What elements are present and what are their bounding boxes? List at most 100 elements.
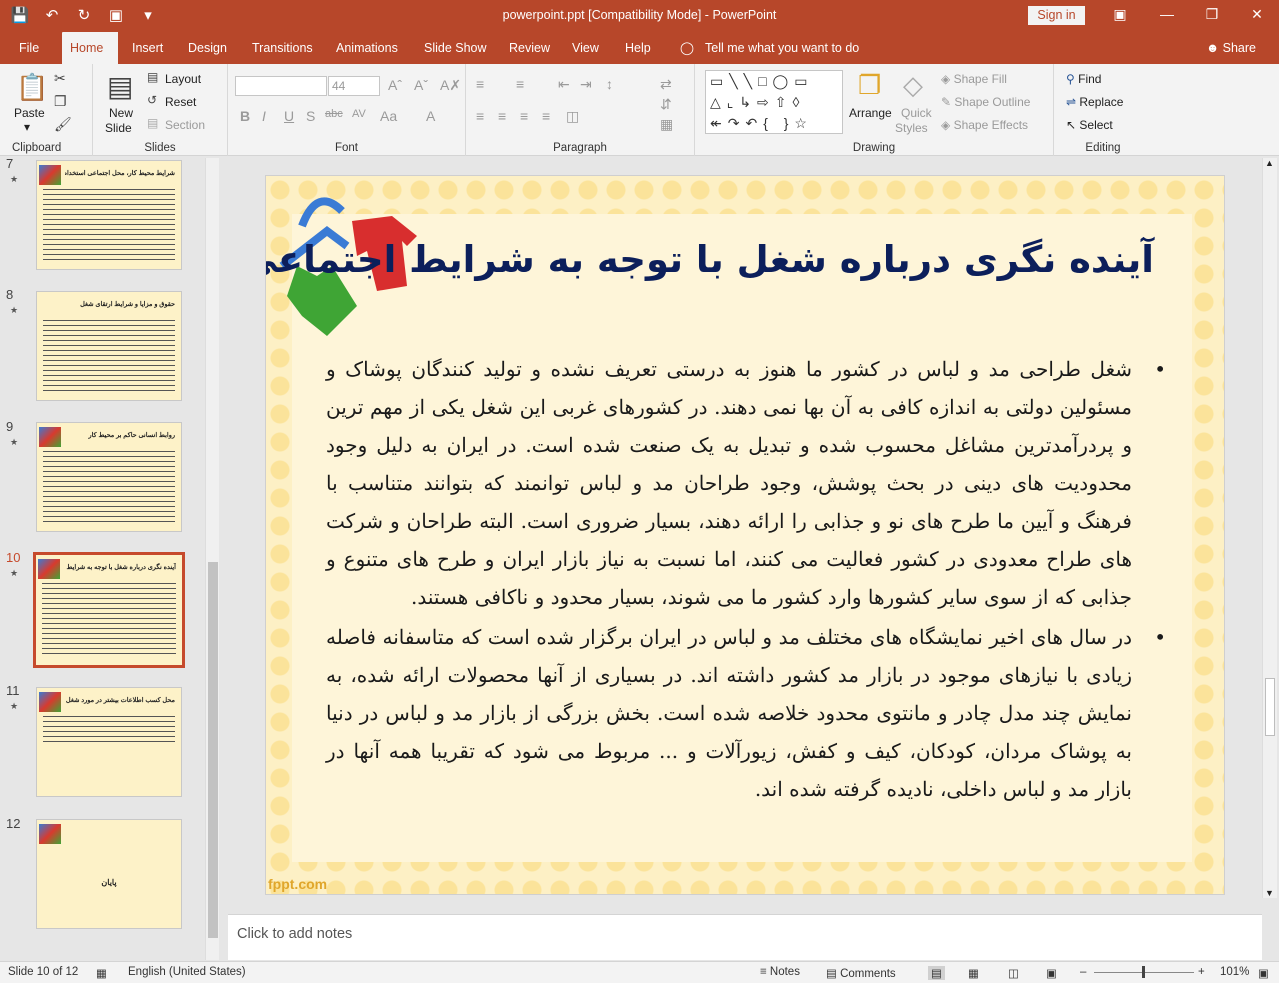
- line-spacing-icon[interactable]: ↕: [606, 76, 613, 92]
- align-text-icon[interactable]: ⇵: [660, 96, 672, 113]
- align-right-icon[interactable]: ≡: [520, 108, 528, 124]
- slide-scroll-thumb[interactable]: [1265, 678, 1275, 736]
- tab-animations[interactable]: Animations: [328, 32, 406, 64]
- font-color-icon[interactable]: A: [426, 108, 435, 124]
- notes-toggle[interactable]: ≡ Notes: [760, 966, 800, 978]
- zoom-slider-thumb[interactable]: [1142, 966, 1145, 978]
- new-slide-button[interactable]: New: [109, 106, 133, 120]
- current-slide[interactable]: آینده نگری درباره شغل با توجه به شرایط ا…: [265, 175, 1225, 895]
- share-button[interactable]: ☻ Share: [1198, 32, 1264, 64]
- normal-view-icon[interactable]: ▤: [928, 966, 945, 980]
- fit-slide-icon[interactable]: ▣: [1258, 966, 1269, 980]
- slide-scrollbar[interactable]: ▲ ▼: [1262, 158, 1277, 898]
- tell-me-search[interactable]: Tell me what you want to do: [697, 32, 867, 64]
- increase-indent-icon[interactable]: ⇥: [580, 76, 592, 93]
- slide-sorter-icon[interactable]: ▦: [968, 966, 979, 980]
- thumbnails-scrollbar[interactable]: [205, 158, 219, 960]
- align-left-icon[interactable]: ≡: [476, 108, 484, 124]
- cut-icon[interactable]: ✂: [54, 70, 66, 87]
- section-button[interactable]: Section: [165, 118, 205, 132]
- close-button[interactable]: ✕: [1247, 6, 1267, 23]
- shadow-icon[interactable]: S: [306, 108, 315, 124]
- decrease-indent-icon[interactable]: ⇤: [558, 76, 570, 93]
- arrange-icon[interactable]: ❐: [858, 70, 881, 101]
- new-slide-button-line2[interactable]: Slide: [105, 121, 132, 135]
- grow-font-icon[interactable]: Aˆ: [388, 77, 402, 93]
- replace-button[interactable]: ⇌ Replace: [1066, 95, 1123, 109]
- copy-icon[interactable]: ❐: [54, 93, 67, 110]
- underline-icon[interactable]: U: [284, 108, 294, 124]
- slideshow-view-icon[interactable]: ▣: [1046, 966, 1057, 980]
- char-spacing-icon[interactable]: AV: [352, 108, 366, 120]
- scroll-up-icon[interactable]: ▲: [1265, 158, 1274, 168]
- scroll-down-icon[interactable]: ▼: [1265, 888, 1274, 898]
- zoom-out-button[interactable]: –: [1080, 966, 1086, 978]
- ribbon-tabs: File Home Insert Design Transitions Anim…: [0, 32, 1279, 64]
- shape-effects-button[interactable]: ◈ Shape Effects: [941, 118, 1028, 132]
- shape-fill-button[interactable]: ◈ Shape Fill: [941, 72, 1007, 86]
- find-label: Find: [1078, 72, 1102, 86]
- layout-button[interactable]: Layout: [165, 72, 201, 86]
- tab-view[interactable]: View: [564, 32, 607, 64]
- smartart-icon[interactable]: ▦: [660, 116, 673, 133]
- bold-icon[interactable]: B: [240, 108, 250, 124]
- tab-design[interactable]: Design: [180, 32, 235, 64]
- tab-insert[interactable]: Insert: [124, 32, 171, 64]
- tab-home[interactable]: Home: [62, 32, 118, 64]
- quick-styles-icon[interactable]: ◇: [903, 70, 923, 101]
- tab-slide-show[interactable]: Slide Show: [416, 32, 495, 64]
- thumb-body: [43, 449, 175, 523]
- slide-thumbnail-7[interactable]: شرایط محیط کار، محل اجتماعی استخدام و: [36, 160, 182, 270]
- shape-outline-button[interactable]: ✎ Shape Outline: [941, 95, 1030, 109]
- bullets-icon[interactable]: ≡: [476, 76, 484, 92]
- quick-styles-button[interactable]: Quick: [901, 106, 932, 120]
- sign-in-button[interactable]: Sign in: [1028, 6, 1085, 25]
- numbering-icon[interactable]: ≡: [516, 76, 524, 92]
- text-direction-icon[interactable]: ⇄: [660, 76, 672, 93]
- font-size-combo[interactable]: 44: [328, 76, 380, 96]
- columns-icon[interactable]: ◫: [566, 108, 579, 125]
- shrink-font-icon[interactable]: Aˇ: [414, 77, 428, 93]
- ribbon-display-icon[interactable]: ▣: [1110, 6, 1130, 23]
- clear-formatting-icon[interactable]: A✗: [440, 77, 461, 94]
- slide-thumbnail-8[interactable]: حقوق و مزایا و شرایط ارتقای شغل: [36, 291, 182, 401]
- tab-help[interactable]: Help: [617, 32, 659, 64]
- format-painter-icon[interactable]: 🖌: [54, 116, 72, 133]
- align-center-icon[interactable]: ≡: [498, 108, 506, 124]
- slide-thumbnail-10[interactable]: آینده نگری درباره شغل با توجه به شرایط ا…: [33, 552, 185, 668]
- spell-check-icon[interactable]: ▦: [96, 966, 107, 980]
- slide-body-text[interactable]: شغل طراحی مد و لباس در کشور ما هنوز به د…: [326, 350, 1166, 810]
- reading-view-icon[interactable]: ◫: [1008, 966, 1019, 980]
- new-slide-icon[interactable]: ▤: [107, 70, 133, 103]
- paste-button[interactable]: Paste: [14, 106, 45, 120]
- slide-thumbnail-9[interactable]: روابط انسانی حاکم بر محیط کار: [36, 422, 182, 532]
- paste-icon[interactable]: 📋: [16, 72, 48, 103]
- slide-thumbnail-12[interactable]: پایان: [36, 819, 182, 929]
- select-button[interactable]: ↖ Select: [1066, 118, 1113, 132]
- notes-pane[interactable]: Click to add notes: [228, 914, 1262, 960]
- change-case-icon[interactable]: Aa: [380, 108, 397, 124]
- italic-icon[interactable]: I: [262, 108, 266, 124]
- group-drawing: ▭╲╲□◯▭ △⌞↳⇨⇧◊ ↞↷↶{ }☆ ❐ Arrange ◇ Quick St…: [695, 64, 1054, 156]
- tab-review[interactable]: Review: [501, 32, 558, 64]
- slide-thumbnail-11[interactable]: محل کسب اطلاعات بیشتر در مورد شغل: [36, 687, 182, 797]
- justify-icon[interactable]: ≡: [542, 108, 550, 124]
- tab-file[interactable]: File: [11, 32, 47, 64]
- tab-transitions[interactable]: Transitions: [244, 32, 321, 64]
- arrange-button[interactable]: Arrange: [849, 106, 892, 120]
- reset-button[interactable]: Reset: [165, 95, 196, 109]
- slide-title[interactable]: آینده نگری درباره شغل با توجه به شرایط ا…: [266, 238, 1154, 281]
- zoom-in-button[interactable]: +: [1198, 966, 1205, 978]
- thumbnails-scroll-thumb[interactable]: [208, 562, 218, 938]
- quick-styles-button-line2[interactable]: Styles: [895, 121, 928, 135]
- find-button[interactable]: ⚲ Find: [1066, 72, 1101, 86]
- comments-toggle[interactable]: ▤ Comments: [826, 966, 896, 980]
- language-indicator[interactable]: English (United States): [128, 966, 246, 978]
- minimize-button[interactable]: —: [1157, 6, 1177, 22]
- paste-dropdown-icon[interactable]: ▾: [24, 120, 30, 134]
- strikethrough-icon[interactable]: abc: [325, 108, 343, 120]
- font-family-combo[interactable]: [235, 76, 327, 96]
- shapes-gallery[interactable]: ▭╲╲□◯▭ △⌞↳⇨⇧◊ ↞↷↶{ }☆: [705, 70, 843, 134]
- zoom-level[interactable]: 101%: [1220, 966, 1249, 978]
- maximize-button[interactable]: ❐: [1202, 6, 1222, 23]
